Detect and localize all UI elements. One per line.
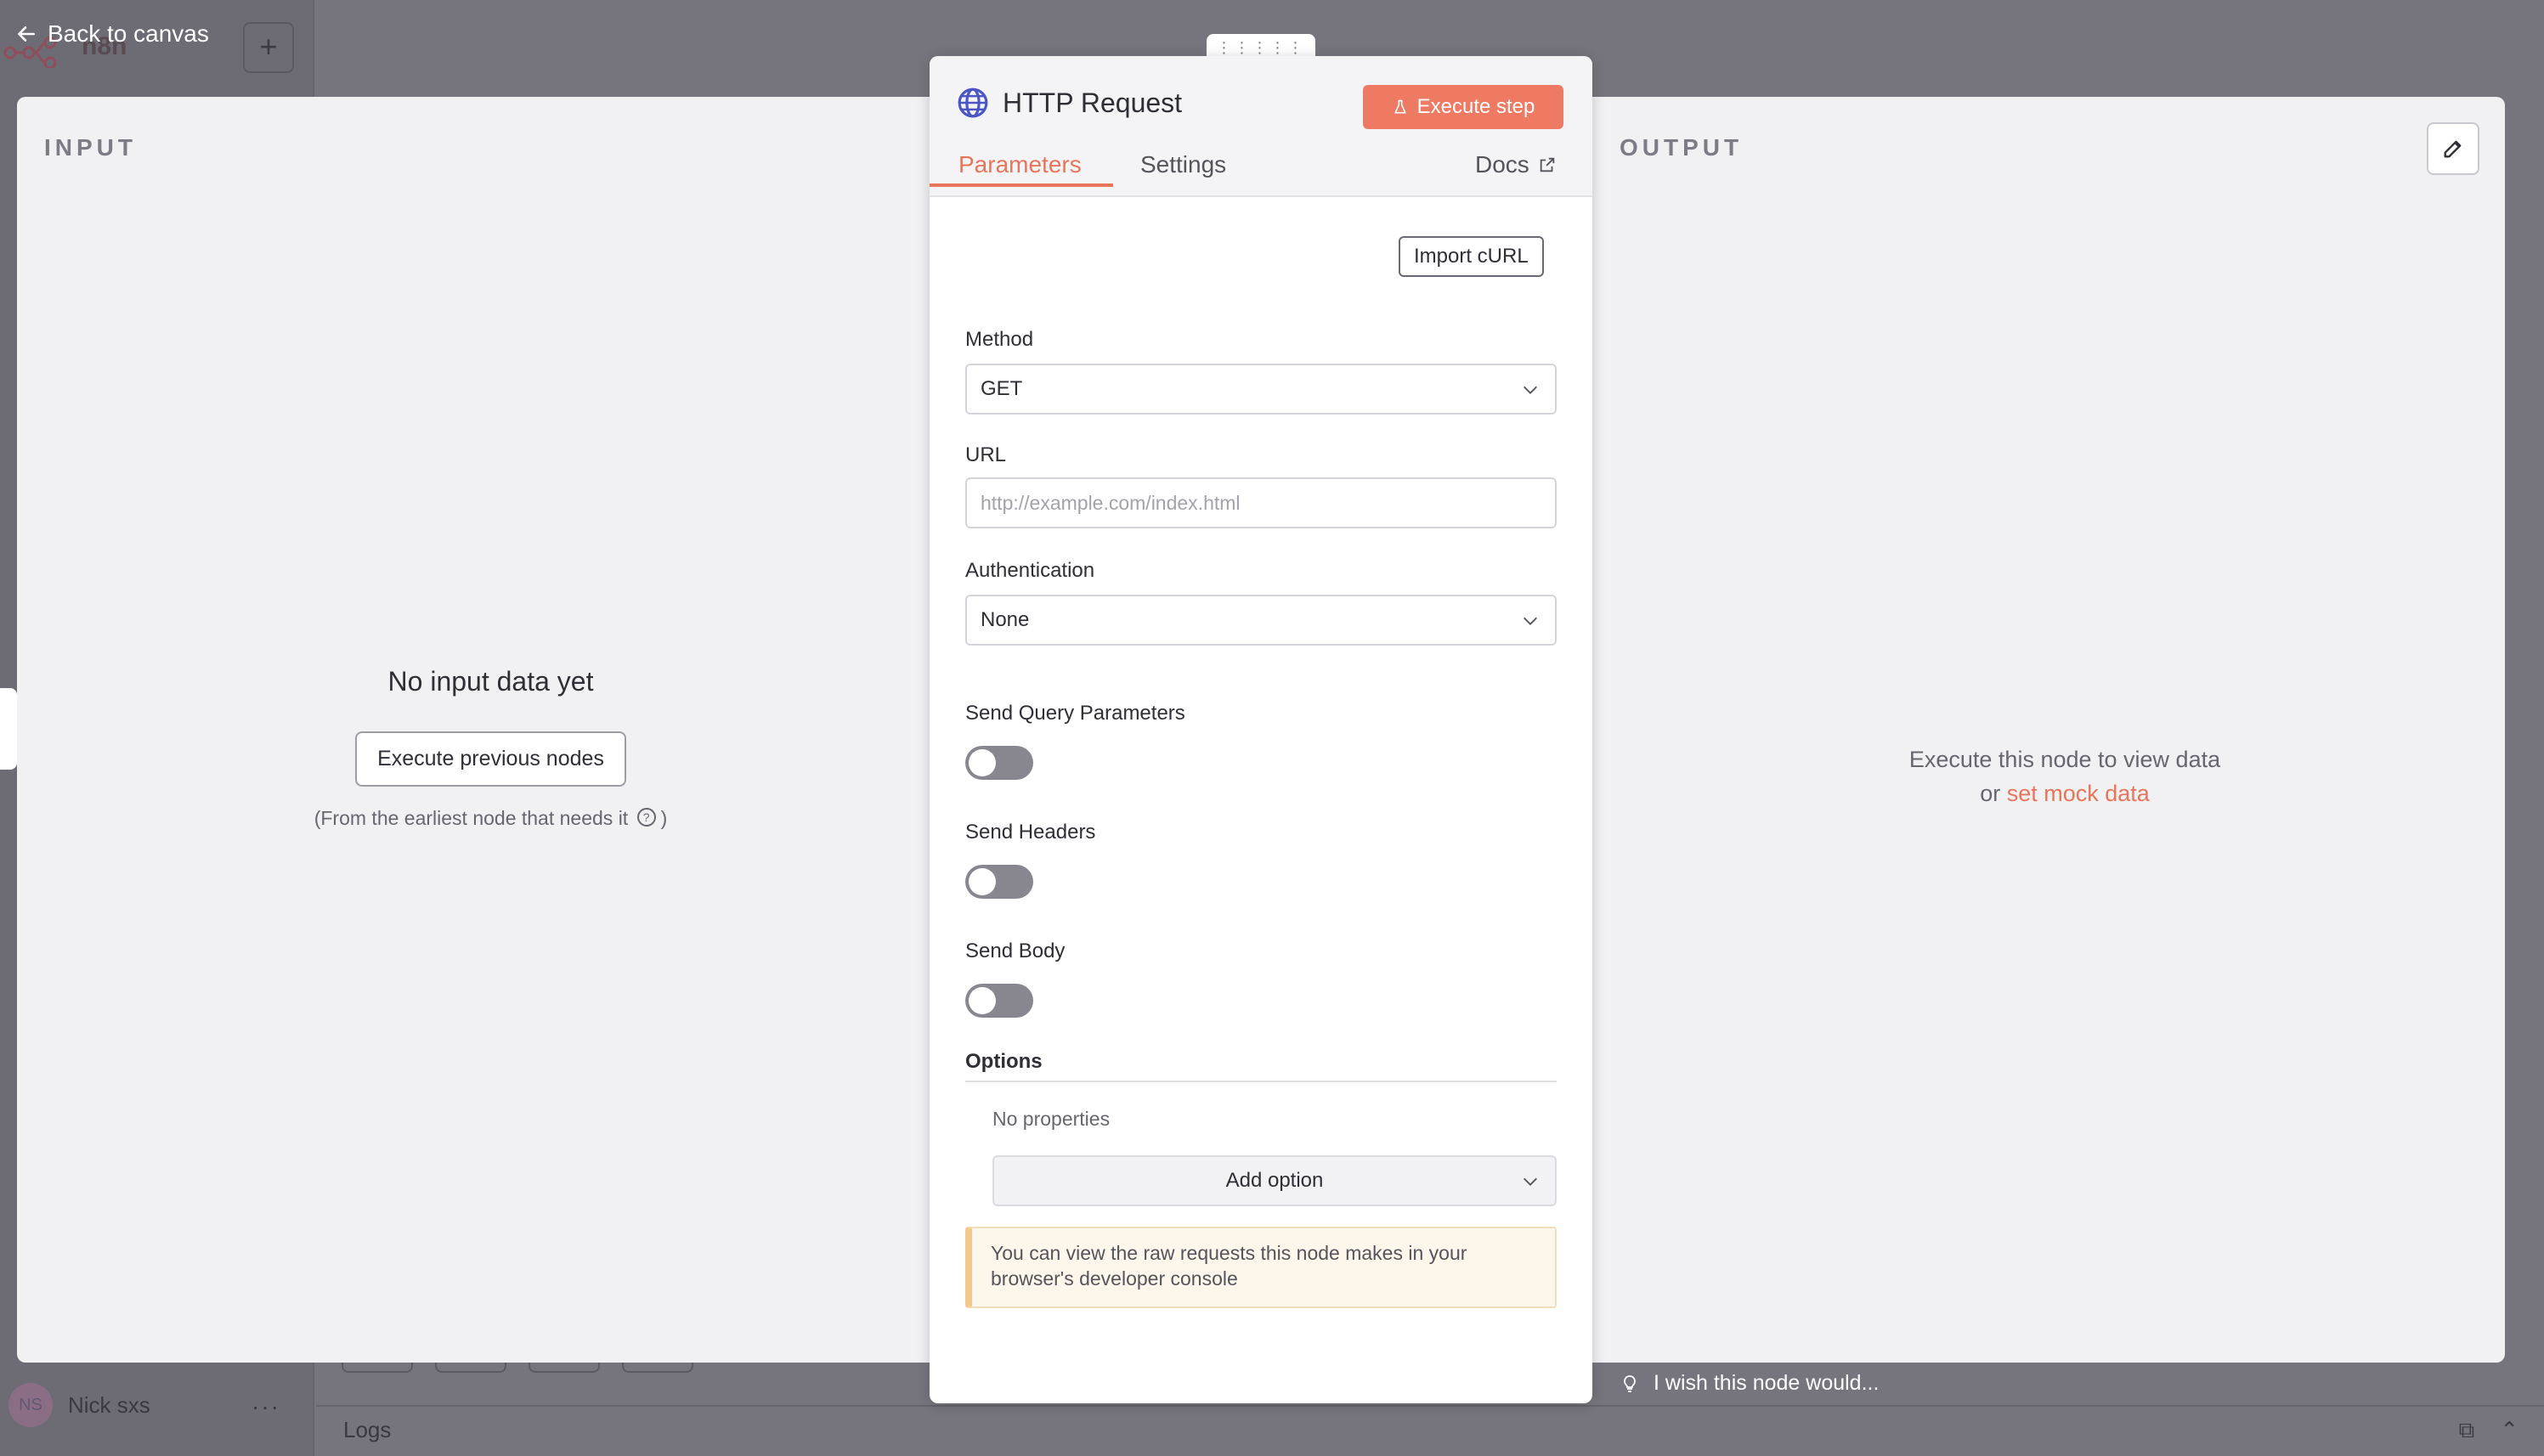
popout-icon[interactable]: ⧉ [2459,1417,2475,1444]
execute-step-button[interactable]: Execute step [1363,85,1563,129]
method-select[interactable]: GET [965,364,1557,415]
feedback-prompt[interactable]: I wish this node would... [1620,1371,1879,1396]
logs-actions: ⧉ ⌃ [2459,1417,2519,1444]
chevron-up-icon[interactable]: ⌃ [2500,1417,2519,1444]
execute-previous-nodes-button[interactable]: Execute previous nodes [355,731,626,787]
authentication-label: Authentication [965,559,1095,582]
lightbulb-icon [1624,1374,1636,1392]
output-empty-text: Execute this node to view data [1908,747,2221,772]
add-button[interactable]: + [243,22,294,73]
avatar: NS [8,1383,53,1427]
set-mock-data-link[interactable]: set mock data [2007,781,2150,806]
user-name: Nick sxs [68,1391,150,1418]
send-body-toggle[interactable] [965,984,1033,1018]
method-label: Method [965,328,1034,351]
node-title-text[interactable]: HTTP Request [1003,87,1182,119]
back-to-canvas-label: Back to canvas [48,20,209,47]
add-option-button[interactable]: Add option [992,1155,1557,1206]
add-option-label: Add option [1225,1169,1324,1192]
chevron-down-icon [1524,386,1537,394]
drag-grip-icon: ⋮⋮⋮⋮⋮ [1216,38,1306,56]
flask-icon [1394,99,1406,114]
input-empty-state: No input data yet Execute previous nodes… [102,666,879,830]
url-label: URL [965,443,1007,466]
options-title: Options [965,1050,1043,1073]
user-profile[interactable]: NS Nick sxs [8,1383,150,1427]
execute-step-label: Execute step [1416,95,1535,118]
send-body-label: Send Body [965,940,1066,962]
no-properties-text: No properties [992,1108,1111,1130]
docs-link[interactable]: Docs [1475,151,1557,178]
send-query-parameters-label: Send Query Parameters [965,702,1185,725]
chevron-down-icon [1524,1177,1537,1186]
output-or-text: or [1980,781,2001,806]
left-drawer-tab[interactable] [0,688,17,770]
output-mock-line: or set mock data [1767,776,2362,810]
tab-settings[interactable]: Settings [1140,151,1226,197]
output-panel-label: OUTPUT [1620,134,1744,161]
docs-label: Docs [1475,151,1529,178]
node-title: HTTP Request [957,87,1182,119]
question-icon[interactable]: ? [636,808,656,827]
edit-output-button[interactable] [2427,122,2479,175]
send-headers-toggle[interactable] [965,865,1033,899]
send-query-parameters-toggle[interactable] [965,746,1033,780]
input-hint: (From the earliest node that needs it ?) [102,807,879,830]
authentication-select[interactable]: None [965,595,1557,646]
external-link-icon [1540,157,1555,172]
globe-icon [958,87,988,118]
more-menu-icon[interactable]: ··· [252,1393,280,1420]
url-placeholder: http://example.com/index.html [981,491,1241,514]
logs-bar [316,1405,2544,1456]
method-value: GET [981,377,1023,400]
options-divider [965,1081,1557,1082]
active-tab-indicator [930,183,1113,187]
back-to-canvas-button[interactable]: Back to canvas [15,20,209,48]
import-curl-button[interactable]: Import cURL [1399,236,1544,277]
send-headers-label: Send Headers [965,821,1096,844]
feedback-label: I wish this node would... [1654,1371,1880,1395]
input-hint-text: (From the earliest node that needs it [314,807,629,829]
output-empty-state: Execute this node to view data or set mo… [1767,742,2362,810]
input-hint-close: ) [660,807,668,829]
input-panel-label: INPUT [44,134,137,161]
tab-parameters[interactable]: Parameters [958,151,1082,197]
url-input[interactable]: http://example.com/index.html [965,477,1557,528]
authentication-value: None [981,608,1030,631]
arrow-left-icon [18,26,35,42]
logs-label[interactable]: Logs [343,1417,391,1443]
node-settings-panel: HTTP Request Execute step Parameters Set… [930,56,1592,1403]
pencil-icon [2444,140,2462,158]
node-header: HTTP Request Execute step Parameters Set… [930,56,1592,197]
developer-console-notice: You can view the raw requests this node … [965,1227,1557,1308]
input-empty-title: No input data yet [387,666,594,697]
chevron-down-icon [1524,617,1537,625]
